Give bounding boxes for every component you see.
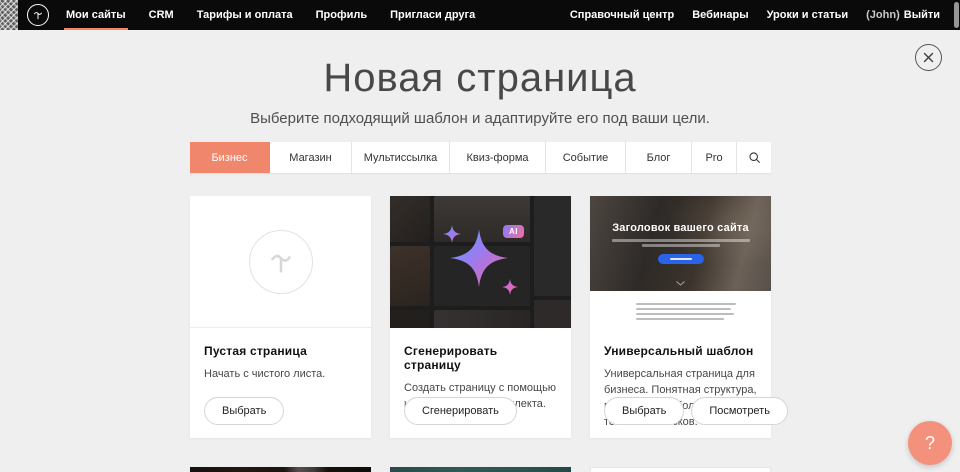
search-icon — [748, 151, 761, 164]
nav-lessons[interactable]: Уроки и статьи — [767, 0, 849, 30]
page-subtitle: Выберите подходящий шаблон и адаптируйте… — [0, 110, 960, 127]
card-blank-page[interactable]: Пустая страница Начать с чистого листа. … — [190, 196, 371, 438]
tab-blog[interactable]: Блог — [626, 142, 692, 173]
template-preview: Заголовок вашего сайта — [590, 196, 771, 328]
blank-page-preview — [190, 196, 371, 328]
tilda-logo-placeholder-icon — [249, 230, 313, 294]
generate-button[interactable]: Сгенерировать — [404, 397, 517, 425]
user-block: (John) Выйти — [866, 0, 940, 30]
card-next-row-1[interactable] — [190, 467, 371, 472]
nav-help-center[interactable]: Справочный центр — [570, 0, 674, 30]
ai-preview-collage: AI — [390, 196, 571, 328]
tab-store[interactable]: Магазин — [270, 142, 352, 173]
tab-multilink[interactable]: Мультиссылка — [352, 142, 450, 173]
select-blank-button[interactable]: Выбрать — [204, 397, 284, 425]
page-title: Новая страница — [0, 56, 960, 101]
help-button[interactable]: ? — [908, 421, 952, 465]
tab-pro[interactable]: Pro — [692, 142, 737, 173]
sparkle-big-icon — [450, 229, 508, 287]
template-text-block — [590, 291, 771, 328]
card-title: Универсальный шаблон — [604, 344, 757, 358]
card-description: Начать с чистого листа. — [204, 366, 357, 382]
template-hero-button — [658, 254, 704, 264]
edge-texture — [0, 0, 18, 30]
nav-pricing[interactable]: Тарифы и оплата — [197, 0, 293, 30]
chevron-down-icon — [676, 281, 685, 286]
tab-quiz-form[interactable]: Квиз-форма — [450, 142, 546, 173]
logout-link[interactable]: Выйти — [904, 9, 940, 21]
view-template-button[interactable]: Посмотреть — [691, 397, 788, 425]
template-hero-heading: Заголовок вашего сайта — [590, 222, 771, 234]
card-next-row-3[interactable] — [590, 467, 771, 472]
nav-my-sites[interactable]: Мои сайты — [66, 0, 126, 30]
tab-event[interactable]: Событие — [546, 142, 626, 173]
tab-search[interactable] — [737, 142, 771, 173]
card-ai-generate[interactable]: AI Сгенерировать страницу Создать страни… — [390, 196, 571, 438]
nav-crm[interactable]: CRM — [149, 0, 174, 30]
tab-business[interactable]: Бизнес — [190, 142, 270, 173]
card-title: Пустая страница — [204, 344, 357, 358]
user-name: (John) — [866, 9, 900, 21]
topbar: Мои сайты CRM Тарифы и оплата Профиль Пр… — [0, 0, 960, 30]
sparkle-small-icon — [502, 279, 518, 295]
card-title: Сгенерировать страницу — [404, 344, 557, 372]
card-next-row-2[interactable] — [390, 467, 571, 472]
card-universal-template[interactable]: Заголовок вашего сайта Универсальный шаб… — [590, 196, 771, 438]
secondary-nav: Справочный центр Вебинары Уроки и статьи… — [570, 0, 960, 30]
tilda-logo-icon[interactable] — [27, 4, 49, 26]
main-nav: Мои сайты CRM Тарифы и оплата Профиль Пр… — [66, 0, 475, 30]
close-icon — [923, 52, 934, 63]
nav-webinars[interactable]: Вебинары — [692, 0, 748, 30]
nav-profile[interactable]: Профиль — [316, 0, 367, 30]
ai-badge: AI — [503, 225, 524, 238]
template-category-tabs: Бизнес Магазин Мультиссылка Квиз-форма С… — [190, 142, 771, 173]
select-template-button[interactable]: Выбрать — [604, 397, 684, 425]
close-button[interactable] — [915, 44, 942, 71]
template-hero: Заголовок вашего сайта — [590, 196, 771, 291]
nav-invite-friend[interactable]: Пригласи друга — [390, 0, 475, 30]
scrollbar-thumb[interactable] — [954, 2, 959, 28]
